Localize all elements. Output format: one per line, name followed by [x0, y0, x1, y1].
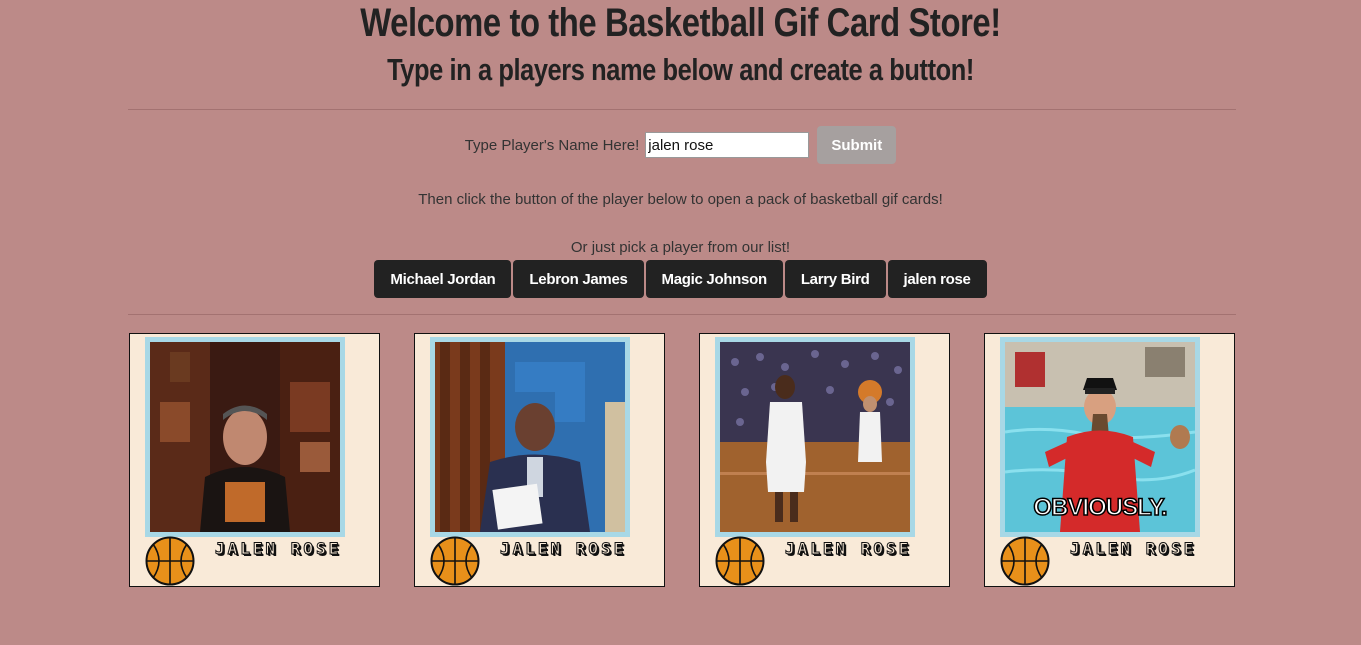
- player-name-input[interactable]: [645, 132, 810, 158]
- player-button-michael-jordan[interactable]: Michael Jordan: [374, 260, 512, 298]
- gif-image: [435, 342, 625, 532]
- page-title: Welcome to the Basketball Gif Card Store…: [360, 1, 1001, 45]
- card-player-name: JALEN ROSE: [214, 539, 342, 559]
- basketball-icon: [430, 536, 480, 586]
- player-button-list: Michael Jordan Lebron James Magic Johnso…: [0, 260, 1361, 298]
- page: Welcome to the Basketball Gif Card Store…: [0, 0, 1361, 645]
- gif-caption: OBVIOUSLY.: [1033, 493, 1169, 522]
- gif-frame: OBVIOUSLY.: [1000, 337, 1200, 537]
- basketball-icon: [1000, 536, 1050, 586]
- gif-image: [720, 342, 910, 532]
- instruction-pick-player: Or just pick a player from our list!: [570, 239, 791, 256]
- player-button-larry-bird[interactable]: Larry Bird: [784, 260, 886, 298]
- instruction-open-pack: Then click the button of the player belo…: [418, 191, 943, 208]
- gif-image: OBVIOUSLY.: [1005, 342, 1195, 532]
- gif-frame: [430, 337, 630, 537]
- basketball-icon: [715, 536, 765, 586]
- gif-card[interactable]: JALEN ROSE: [414, 333, 665, 587]
- basketball-icon: [145, 536, 195, 586]
- submit-button[interactable]: Submit: [817, 126, 897, 164]
- divider-top: [128, 109, 1236, 110]
- gif-card[interactable]: OBVIOUSLY. JALEN ROSE: [984, 333, 1235, 587]
- card-player-name: JALEN ROSE: [784, 539, 912, 559]
- player-form: Type Player's Name Here! Submit: [0, 126, 1361, 164]
- card-player-name: JALEN ROSE: [499, 539, 627, 559]
- player-button-magic-johnson[interactable]: Magic Johnson: [645, 260, 783, 298]
- gif-card[interactable]: JALEN ROSE: [699, 333, 950, 587]
- player-button-lebron-james[interactable]: Lebron James: [513, 260, 644, 298]
- gif-card-list: JALEN ROSE JALEN ROSE JALEN ROSE OBVIOUS…: [129, 333, 1235, 587]
- gif-frame: [715, 337, 915, 537]
- player-name-label: Type Player's Name Here!: [464, 136, 640, 154]
- gif-card[interactable]: JALEN ROSE: [129, 333, 380, 587]
- divider-bottom: [128, 314, 1236, 315]
- page-subtitle: Type in a players name below and create …: [387, 52, 974, 87]
- gif-frame: [145, 337, 345, 537]
- gif-image: [150, 342, 340, 532]
- player-button-jalen-rose[interactable]: jalen rose: [887, 260, 987, 298]
- card-player-name: JALEN ROSE: [1069, 539, 1197, 559]
